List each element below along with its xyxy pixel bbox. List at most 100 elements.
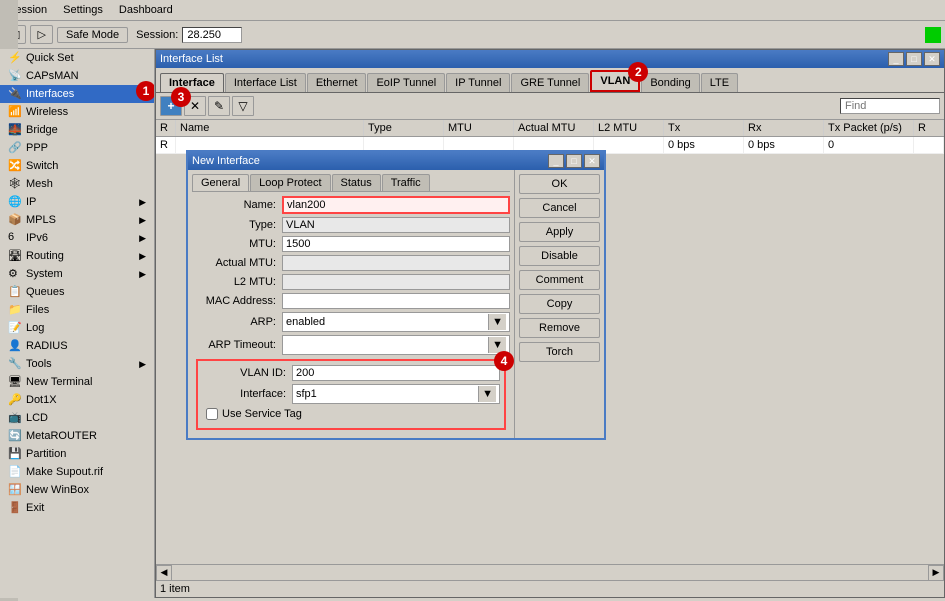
dtab-general[interactable]: General (192, 174, 249, 191)
ppp-icon: 🔗 (8, 141, 22, 155)
find-input[interactable] (840, 98, 940, 114)
torch-button[interactable]: Torch (519, 342, 600, 362)
comment-button[interactable]: Comment (519, 270, 600, 290)
edit-button[interactable]: ✎ (208, 96, 230, 116)
arp-timeout-select[interactable]: ▼ (282, 335, 510, 355)
sidebar-item-tools[interactable]: 🔧 Tools ▶ (0, 355, 154, 373)
sidebar-item-interfaces[interactable]: 🔌 Interfaces 1 (0, 85, 154, 103)
menu-dashboard[interactable]: Dashboard (115, 2, 177, 18)
sidebar-item-ppp[interactable]: 🔗 PPP (0, 139, 154, 157)
sidebar-item-capsman[interactable]: 📡 CAPsMAN (0, 67, 154, 85)
sidebar-item-label: MPLS (26, 214, 56, 226)
dtab-loop-protect[interactable]: Loop Protect (250, 174, 330, 191)
sidebar-item-ip[interactable]: 🌐 IP ▶ (0, 193, 154, 211)
sidebar-item-bridge[interactable]: 🌉 Bridge (0, 121, 154, 139)
sidebar-item-quick-set[interactable]: ⚡ Quick Set (0, 49, 154, 67)
sidebar-item-label: Log (26, 322, 44, 334)
filter-button[interactable]: ▽ (232, 96, 254, 116)
sidebar-item-partition[interactable]: 💾 Partition (0, 445, 154, 463)
sidebar-item-dot1x[interactable]: 🔑 Dot1X (0, 391, 154, 409)
dot1x-icon: 🔑 (8, 393, 22, 407)
bridge-icon: 🌉 (8, 123, 22, 137)
sidebar-item-log[interactable]: 📝 Log (0, 319, 154, 337)
tab-vlan[interactable]: VLAN 2 (590, 70, 640, 92)
ok-button[interactable]: OK (519, 174, 600, 194)
scroll-left-button[interactable]: ◀ (156, 565, 172, 581)
dialog-tabs: General Loop Protect Status Traffic (192, 174, 510, 192)
sidebar-item-exit[interactable]: 🚪 Exit (0, 499, 154, 517)
sidebar-item-ipv6[interactable]: 6 IPv6 ▶ (0, 229, 154, 247)
arp-timeout-label: ARP Timeout: (192, 339, 282, 351)
tab-interface[interactable]: Interface (160, 73, 224, 92)
cancel-button[interactable]: Cancel (519, 198, 600, 218)
interface-list-window: Interface List _ □ ✕ Interface Interface… (155, 49, 945, 598)
tab-bonding[interactable]: Bonding (641, 73, 699, 92)
sidebar-item-system[interactable]: ⚙ System ▶ (0, 265, 154, 283)
arp-select[interactable]: enabled ▼ (282, 312, 510, 332)
minimize-button[interactable]: _ (888, 52, 904, 66)
sidebar-item-label: Quick Set (26, 52, 74, 64)
dtab-traffic[interactable]: Traffic (382, 174, 430, 191)
sidebar-item-label: Dot1X (26, 394, 57, 406)
tab-gre-tunnel[interactable]: GRE Tunnel (511, 73, 589, 92)
sidebar-item-radius[interactable]: 👤 RADIUS (0, 337, 154, 355)
name-input[interactable] (282, 196, 510, 214)
sidebar-item-new-winbox[interactable]: 🪟 New WinBox (0, 481, 154, 499)
close-button[interactable]: ✕ (924, 52, 940, 66)
mpls-arrow-icon: ▶ (139, 215, 146, 226)
use-service-tag-checkbox[interactable] (206, 408, 218, 420)
sidebar-item-wireless[interactable]: 📶 Wireless (0, 103, 154, 121)
dialog-button-panel: OK Cancel Apply Disable Comment Copy Rem… (514, 170, 604, 438)
use-service-tag-row: Use Service Tag (206, 408, 496, 420)
form-row-arp-timeout: ARP Timeout: ▼ (192, 335, 510, 355)
status-bar: 1 item (156, 580, 944, 597)
arp-dropdown-arrow[interactable]: ▼ (488, 314, 506, 330)
sidebar-item-metarouter[interactable]: 🔄 MetaROUTER (0, 427, 154, 445)
mtu-input[interactable] (282, 236, 510, 252)
maximize-button[interactable]: □ (906, 52, 922, 66)
form-row-actual-mtu: Actual MTU: (192, 255, 510, 271)
sidebar: ⚡ Quick Set 📡 CAPsMAN 🔌 Interfaces 1 📶 W… (0, 49, 155, 598)
safe-mode-button[interactable]: Safe Mode (57, 27, 128, 43)
tab-interface-list[interactable]: Interface List (225, 73, 306, 92)
mac-input[interactable] (282, 293, 510, 309)
dialog-title-bar: New Interface _ □ ✕ (188, 152, 604, 170)
dialog-maximize[interactable]: □ (566, 154, 582, 168)
sidebar-item-queues[interactable]: 📋 Queues (0, 283, 154, 301)
tab-lte[interactable]: LTE (701, 73, 738, 92)
dtab-status[interactable]: Status (332, 174, 381, 191)
tab-ip-tunnel[interactable]: IP Tunnel (446, 73, 510, 92)
menu-settings[interactable]: Settings (59, 2, 107, 18)
sidebar-item-label: Exit (26, 502, 44, 514)
vlan-id-input[interactable] (292, 365, 500, 381)
interface-dropdown-arrow[interactable]: ▼ (478, 386, 496, 402)
remove-button[interactable]: Remove (519, 318, 600, 338)
col-tx: Tx (664, 120, 744, 136)
log-icon: 📝 (8, 321, 22, 335)
tab-eoip-tunnel[interactable]: EoIP Tunnel (367, 73, 445, 92)
copy-button[interactable]: Copy (519, 294, 600, 314)
sidebar-item-new-terminal[interactable]: 🖥 New Terminal (0, 373, 154, 391)
add-button[interactable]: + 3 (160, 96, 182, 116)
scroll-right-button[interactable]: ▶ (928, 565, 944, 581)
disable-button[interactable]: Disable (519, 246, 600, 266)
apply-button[interactable]: Apply (519, 222, 600, 242)
sidebar-item-mesh[interactable]: 🕸 Mesh (0, 175, 154, 193)
sidebar-item-make-supout[interactable]: 📄 Make Supout.rif (0, 463, 154, 481)
forward-button[interactable]: ▷ (30, 25, 52, 44)
sidebar-item-switch[interactable]: 🔀 Switch (0, 157, 154, 175)
table-header: R Name Type MTU Actual MTU L2 MTU Tx Rx … (156, 120, 944, 137)
sidebar-item-lcd[interactable]: 📺 LCD (0, 409, 154, 427)
dialog-minimize[interactable]: _ (548, 154, 564, 168)
sidebar-item-mpls[interactable]: 📦 MPLS ▶ (0, 211, 154, 229)
col-type: Type (364, 120, 444, 136)
sidebar-item-files[interactable]: 📁 Files (0, 301, 154, 319)
vlan-section: 4 VLAN ID: Interface: sfp1 ▼ (196, 359, 506, 430)
dialog-controls: _ □ ✕ (548, 154, 600, 168)
ip-icon: 🌐 (8, 195, 22, 209)
interface-select[interactable]: sfp1 ▼ (292, 384, 500, 404)
tab-ethernet[interactable]: Ethernet (307, 73, 367, 92)
menu-bar: Session Settings Dashboard (0, 0, 945, 21)
dialog-close[interactable]: ✕ (584, 154, 600, 168)
sidebar-item-routing[interactable]: 🛣 Routing ▶ (0, 247, 154, 265)
